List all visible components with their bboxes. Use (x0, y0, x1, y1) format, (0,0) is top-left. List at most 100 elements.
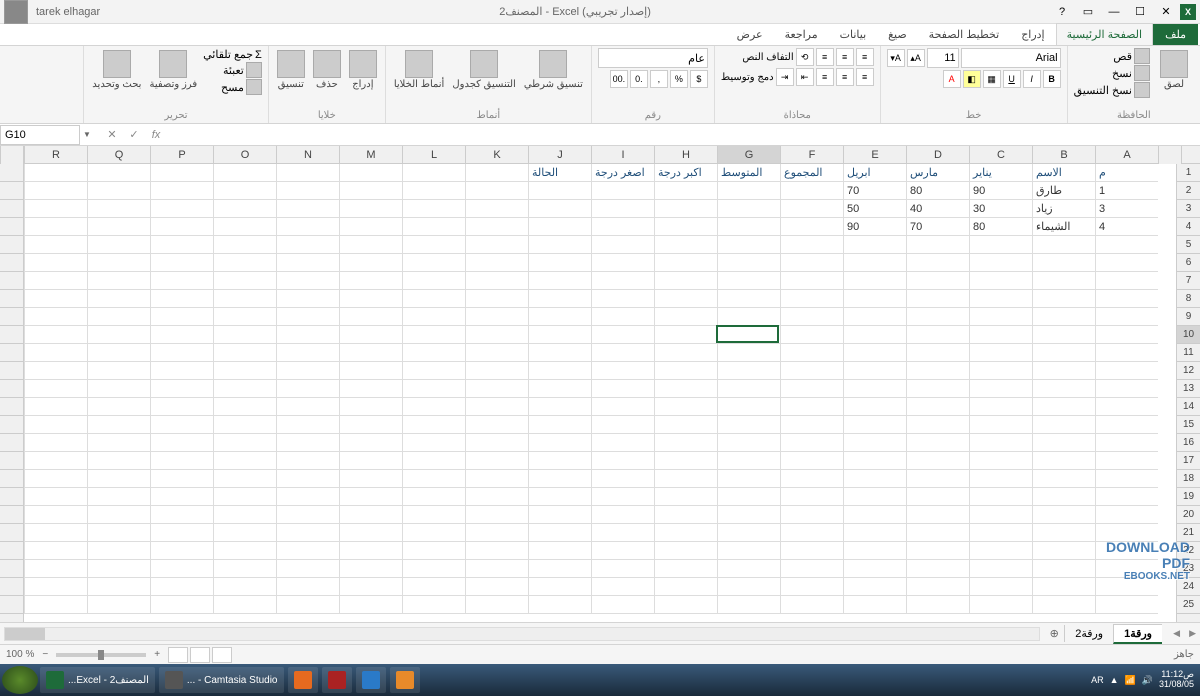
maximize-icon[interactable]: ☐ (1128, 3, 1152, 21)
cell-O17[interactable] (213, 452, 276, 470)
cell-J7[interactable] (528, 272, 591, 290)
cell-H1[interactable]: اكبر درجة (654, 164, 717, 182)
cell-J5[interactable] (528, 236, 591, 254)
cell-R16[interactable] (24, 434, 87, 452)
cell-A2[interactable]: 1 (1095, 182, 1158, 200)
cell-N4[interactable] (276, 218, 339, 236)
row-header-left[interactable] (0, 200, 23, 218)
cell-J4[interactable] (528, 218, 591, 236)
cell-B15[interactable] (1032, 416, 1095, 434)
cell-Q18[interactable] (87, 470, 150, 488)
row-header-22[interactable]: 22 (1177, 542, 1200, 560)
cell-G14[interactable] (717, 398, 780, 416)
cell-H25[interactable] (654, 596, 717, 614)
cell-O24[interactable] (213, 578, 276, 596)
cell-C22[interactable] (969, 542, 1032, 560)
cell-B8[interactable] (1032, 290, 1095, 308)
cell-D7[interactable] (906, 272, 969, 290)
cell-K12[interactable] (465, 362, 528, 380)
accept-formula-icon[interactable]: ✓ (124, 126, 144, 144)
cell-Q2[interactable] (87, 182, 150, 200)
cell-A11[interactable] (1095, 344, 1158, 362)
cell-P2[interactable] (150, 182, 213, 200)
cell-H19[interactable] (654, 488, 717, 506)
cell-F4[interactable] (780, 218, 843, 236)
cell-A10[interactable] (1095, 326, 1158, 344)
cell-O1[interactable] (213, 164, 276, 182)
name-box-dropdown-icon[interactable]: ▼ (80, 130, 94, 139)
align-right-icon[interactable]: ≡ (856, 68, 874, 86)
cell-L19[interactable] (402, 488, 465, 506)
cell-P10[interactable] (150, 326, 213, 344)
sheet-tab-1[interactable]: ورقة1 (1113, 624, 1162, 644)
tab-insert[interactable]: إدراج (1010, 23, 1055, 45)
cell-D2[interactable]: 80 (906, 182, 969, 200)
cell-N24[interactable] (276, 578, 339, 596)
cell-A25[interactable] (1095, 596, 1158, 614)
ribbon-options-icon[interactable]: ▭ (1076, 3, 1100, 21)
cell-J17[interactable] (528, 452, 591, 470)
cell-P11[interactable] (150, 344, 213, 362)
cell-M18[interactable] (339, 470, 402, 488)
cell-C3[interactable]: 30 (969, 200, 1032, 218)
cell-H13[interactable] (654, 380, 717, 398)
cell-O10[interactable] (213, 326, 276, 344)
cell-B24[interactable] (1032, 578, 1095, 596)
cell-D17[interactable] (906, 452, 969, 470)
cell-Q14[interactable] (87, 398, 150, 416)
cell-I23[interactable] (591, 560, 654, 578)
cell-I18[interactable] (591, 470, 654, 488)
cell-G22[interactable] (717, 542, 780, 560)
sheet-tab-2[interactable]: ورقة2 (1064, 625, 1113, 642)
cell-H10[interactable] (654, 326, 717, 344)
cell-F21[interactable] (780, 524, 843, 542)
view-normal-icon[interactable] (168, 647, 188, 663)
cut-button[interactable]: قص (1074, 48, 1150, 64)
cell-L18[interactable] (402, 470, 465, 488)
cell-G11[interactable] (717, 344, 780, 362)
cell-I15[interactable] (591, 416, 654, 434)
cell-H24[interactable] (654, 578, 717, 596)
cell-C14[interactable] (969, 398, 1032, 416)
cell-L10[interactable] (402, 326, 465, 344)
cell-F18[interactable] (780, 470, 843, 488)
cell-F14[interactable] (780, 398, 843, 416)
cell-G3[interactable] (717, 200, 780, 218)
cell-I12[interactable] (591, 362, 654, 380)
column-header-A[interactable]: A (1095, 146, 1158, 163)
cell-M8[interactable] (339, 290, 402, 308)
tab-formulas[interactable]: صيغ (877, 23, 918, 45)
cell-K9[interactable] (465, 308, 528, 326)
cell-Q16[interactable] (87, 434, 150, 452)
cell-Q3[interactable] (87, 200, 150, 218)
cell-G1[interactable]: المتوسط (717, 164, 780, 182)
row-header-left[interactable] (0, 506, 23, 524)
cell-J1[interactable]: الحالة (528, 164, 591, 182)
merge-center-button[interactable]: دمج وتوسيط (721, 72, 774, 83)
cell-D14[interactable] (906, 398, 969, 416)
cell-K22[interactable] (465, 542, 528, 560)
wrap-text-button[interactable]: التفاف النص (742, 52, 793, 63)
cell-O21[interactable] (213, 524, 276, 542)
cell-G9[interactable] (717, 308, 780, 326)
cell-H12[interactable] (654, 362, 717, 380)
row-header-14[interactable]: 14 (1177, 398, 1200, 416)
cell-A3[interactable]: 3 (1095, 200, 1158, 218)
cell-D22[interactable] (906, 542, 969, 560)
view-page-break-icon[interactable] (212, 647, 232, 663)
cell-H22[interactable] (654, 542, 717, 560)
cell-C8[interactable] (969, 290, 1032, 308)
row-header-11[interactable]: 11 (1177, 344, 1200, 362)
column-header-H[interactable]: H (654, 146, 717, 163)
cell-A12[interactable] (1095, 362, 1158, 380)
cell-I8[interactable] (591, 290, 654, 308)
row-header-5[interactable]: 5 (1177, 236, 1200, 254)
comma-icon[interactable]: , (650, 70, 668, 88)
cell-A23[interactable] (1095, 560, 1158, 578)
cell-C1[interactable]: يناير (969, 164, 1032, 182)
volume-icon[interactable]: 🔊 (1142, 675, 1153, 686)
cell-H18[interactable] (654, 470, 717, 488)
start-button[interactable] (2, 666, 38, 694)
cell-M24[interactable] (339, 578, 402, 596)
cell-F3[interactable] (780, 200, 843, 218)
